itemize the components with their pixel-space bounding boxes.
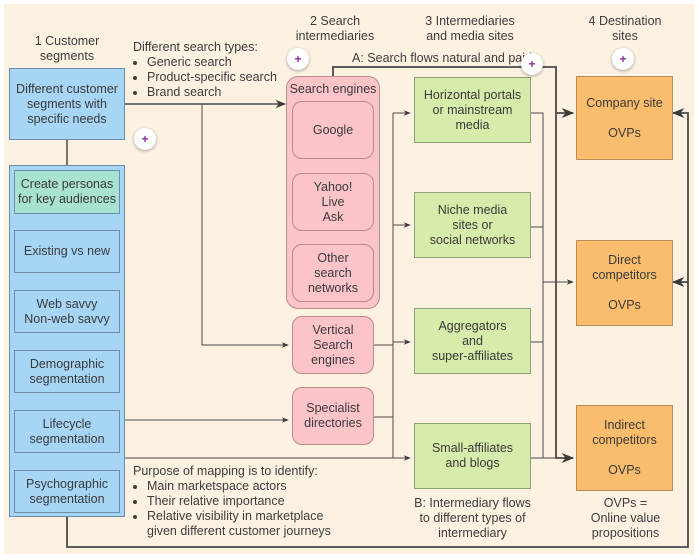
specialist-directories: Specialist directories	[292, 387, 374, 445]
intermediary-niche-media: Niche media sites or social networks	[414, 192, 531, 258]
expand-plus-icon[interactable]: +	[287, 48, 309, 70]
purpose-heading: Purpose of mapping is to identify:	[133, 464, 318, 478]
segment-demographic: Demographic segmentation	[14, 350, 120, 393]
search-type-item: Product-specific search	[147, 70, 283, 85]
search-engines-label: Search engines	[289, 82, 377, 96]
intermediary-aggregators: Aggregators and super-affiliates	[414, 308, 531, 374]
segment-web-savvy: Web savvy Non-web savvy	[14, 290, 120, 333]
column-header-destination-sites: 4 Destination sites	[588, 14, 662, 43]
purpose-item: Their relative importance	[147, 494, 353, 509]
intermediary-small-affiliates: Small-affiliates and blogs	[414, 423, 531, 489]
expand-plus-icon[interactable]: +	[134, 128, 156, 150]
expand-plus-icon[interactable]: +	[612, 48, 634, 70]
purpose-item: Main marketspace actors	[147, 479, 353, 494]
segment-psychographic: Psychographic segmentation	[14, 470, 120, 513]
segment-personas: Create personas for key audiences	[14, 170, 120, 214]
vertical-search-engines: Vertical Search engines	[292, 316, 374, 374]
search-engine-other-networks: Other search networks	[292, 244, 374, 302]
destination-company-site: Company site OVPs	[576, 76, 673, 160]
segmentation-group	[9, 165, 125, 517]
intermediary-horizontal-portals: Horizontal portals or mainstream media	[414, 77, 531, 143]
search-types-list: Different search types: Generic search P…	[133, 40, 283, 100]
search-types-heading: Different search types:	[133, 40, 258, 54]
search-engine-yahoo-live-ask: Yahoo! Live Ask	[292, 173, 374, 231]
column-header-intermediaries-media: 3 Intermediaries and media sites	[425, 14, 515, 43]
purpose-item: Relative visibility in marketplace given…	[147, 509, 353, 539]
destination-indirect-competitors: Indirect competitors OVPs	[576, 405, 673, 491]
ovp-definition: OVPs = Online value propositions	[590, 496, 661, 540]
purpose-list: Purpose of mapping is to identify: Main …	[133, 464, 353, 539]
search-type-item: Generic search	[147, 55, 283, 70]
segment-existing-vs-new: Existing vs new	[14, 230, 120, 273]
column-header-customer-segments: 1 Customer segments	[34, 34, 100, 63]
search-engine-google: Google	[292, 101, 374, 159]
expand-plus-icon[interactable]: +	[521, 53, 543, 75]
flow-b-label: B: Intermediary flows to different types…	[414, 496, 531, 540]
segment-lifecycle: Lifecycle segmentation	[14, 410, 120, 453]
column-header-search-intermediaries: 2 Search intermediaries	[295, 14, 375, 43]
search-type-item: Brand search	[147, 85, 283, 100]
destination-direct-competitors: Direct competitors OVPs	[576, 240, 673, 326]
customer-segments-box: Different customer segments with specifi…	[9, 68, 125, 140]
